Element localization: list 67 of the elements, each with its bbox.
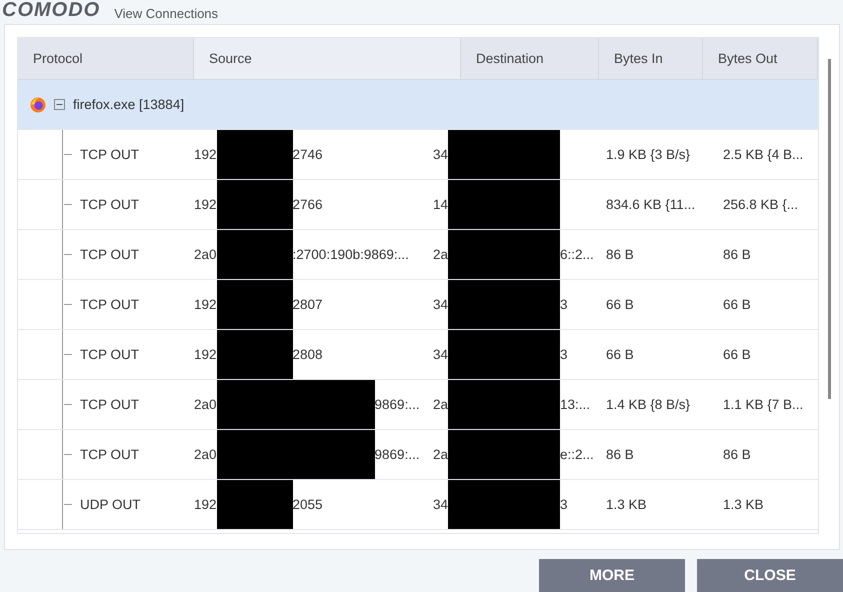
table-cell: e::2... [560,447,594,462]
table-cell: 34 [433,497,448,512]
table-cell: 2808 [292,347,323,362]
table-cell: 86 B [723,247,751,262]
table-cell: 1.1 KB {7 B... [723,397,804,412]
table-cell: TCP OUT [80,397,140,412]
table-cell: TCP OUT [80,147,140,162]
table-cell: 192 [194,297,217,312]
table-cell: 6::2... [560,247,594,262]
table-cell: 66 B [723,297,751,312]
table-cell: 2766 [292,197,323,212]
table-cell: 66 B [606,347,634,362]
table-cell: TCP OUT [80,197,140,212]
table-cell: 86 B [723,447,751,462]
table-cell: 34 [433,147,448,162]
table-cell: 2055 [292,497,323,512]
table-cell: 192 [194,497,217,512]
process-name: firefox.exe [13884] [73,97,184,112]
table-cell: 1.3 KB [723,497,764,512]
table-cell: 3 [560,347,568,362]
table-cell: 834.6 KB {11... [606,197,696,212]
table-cell: 9869:... [374,397,420,412]
collapse-toggle[interactable] [54,99,65,110]
table-cell: TCP OUT [80,347,140,362]
column-header[interactable]: Bytes Out [703,38,818,79]
column-header[interactable]: Source [194,38,461,79]
table-cell: 1.4 KB {8 B/s} [606,397,690,412]
table-cell: :2700:190b:9869:... [292,247,409,262]
table-cell: 34 [433,297,448,312]
table-cell: 1.3 KB [606,497,647,512]
process-row[interactable]: firefox.exe [13884] [18,80,818,130]
table-cell: 66 B [723,347,751,362]
table-cell: 2a0 [194,447,217,462]
table-cell: 2a [433,397,448,412]
browser-icon [30,96,46,112]
logo: COMODO [2,0,100,21]
table-cell: 14 [433,197,448,212]
scrollbar-thumb[interactable] [828,59,831,399]
table-cell: UDP OUT [80,497,141,512]
table-cell: 2a [433,447,448,462]
table-cell: TCP OUT [80,447,140,462]
table-cell: 1.9 KB {3 B/s} [606,147,690,162]
table-cell: 2807 [292,297,323,312]
table-cell: 13:... [560,397,590,412]
table-cell: 192 [194,147,217,162]
table-cell: 2a0 [194,247,217,262]
table-cell: 2.5 KB {4 B... [723,147,804,162]
dialog-button[interactable]: CLOSE [697,559,843,592]
table-cell: 86 B [606,447,634,462]
table-cell: 192 [194,197,217,212]
table-cell: 192 [194,347,217,362]
table-cell: 3 [560,497,568,512]
table-cell: 86 B [606,247,634,262]
table-cell: 256.8 KB {... [723,197,798,212]
table-cell: 3 [560,297,568,312]
table-cell: 66 B [606,297,634,312]
table-cell: 2a0 [194,397,217,412]
dialog-button[interactable]: MORE [539,559,685,592]
table-cell: 2a [433,247,448,262]
table-cell: 2746 [292,147,323,162]
table-cell: 34 [433,347,448,362]
table-cell: TCP OUT [80,247,140,262]
column-header[interactable]: Destination [461,38,599,79]
window-title: View Connections [114,6,218,21]
column-header[interactable]: Bytes In [599,38,703,79]
table-cell: TCP OUT [80,297,140,312]
table-cell: 9869:... [374,447,420,462]
